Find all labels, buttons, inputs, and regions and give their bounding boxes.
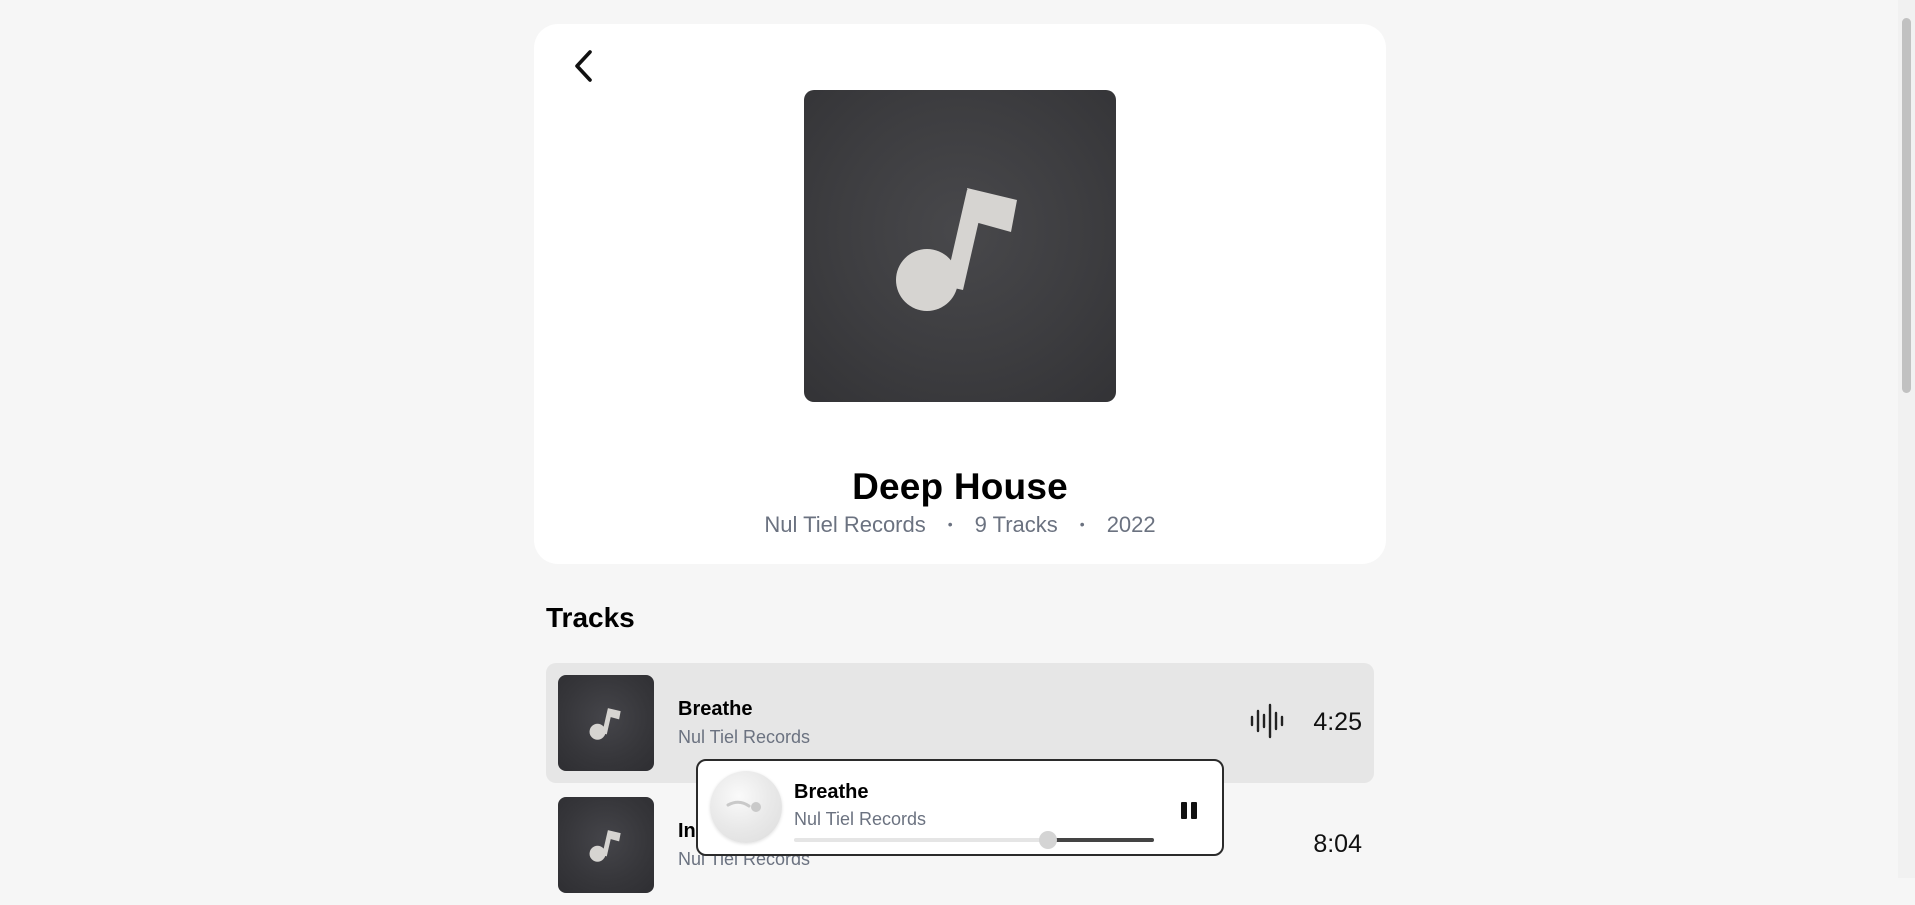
album-header-card: Deep House Nul Tiel Records • 9 Tracks •… (534, 24, 1386, 564)
audio-waveform-icon (1250, 703, 1284, 739)
meta-separator: • (1079, 516, 1085, 532)
music-note-icon (589, 830, 621, 862)
pause-icon-bar (1191, 801, 1197, 819)
album-year: 2022 (1106, 512, 1156, 537)
music-note-icon (589, 708, 621, 740)
progress-remaining (1047, 838, 1154, 842)
track-duration: 4:25 (1313, 708, 1362, 736)
pause-icon-bar (1181, 801, 1187, 819)
music-note-icon (896, 188, 1017, 311)
vinyl-disc-icon (726, 800, 761, 812)
album-cover (804, 90, 1116, 402)
track-artist: Nul Tiel Records (678, 727, 811, 747)
back-button[interactable] (564, 46, 604, 86)
track-thumbnail (558, 675, 654, 771)
meta-separator: • (947, 516, 953, 532)
track-title: Breathe (678, 698, 753, 720)
progress-thumb[interactable] (1038, 831, 1057, 849)
scrollbar-thumb[interactable] (1902, 18, 1911, 393)
tracks-heading: Tracks (546, 602, 635, 633)
page-scrollbar[interactable] (1898, 0, 1915, 878)
track-title: In (678, 820, 696, 842)
album-meta: Nul Tiel Records • 9 Tracks • 2022 (534, 512, 1386, 538)
album-title: Deep House (852, 466, 1068, 507)
pause-button[interactable] (1177, 798, 1201, 822)
album-track-count: 9 Tracks (974, 512, 1058, 537)
track-duration: 8:04 (1313, 830, 1362, 858)
track-thumbnail (558, 797, 654, 893)
chevron-left-icon (575, 50, 592, 82)
now-playing-artist: Nul Tiel Records (794, 809, 927, 829)
playback-progress-slider[interactable] (794, 831, 1154, 849)
now-playing-artwork (710, 771, 782, 843)
album-label: Nul Tiel Records (764, 512, 926, 537)
mini-player[interactable]: Breathe Nul Tiel Records (696, 759, 1224, 856)
now-playing-title: Breathe (794, 781, 869, 803)
